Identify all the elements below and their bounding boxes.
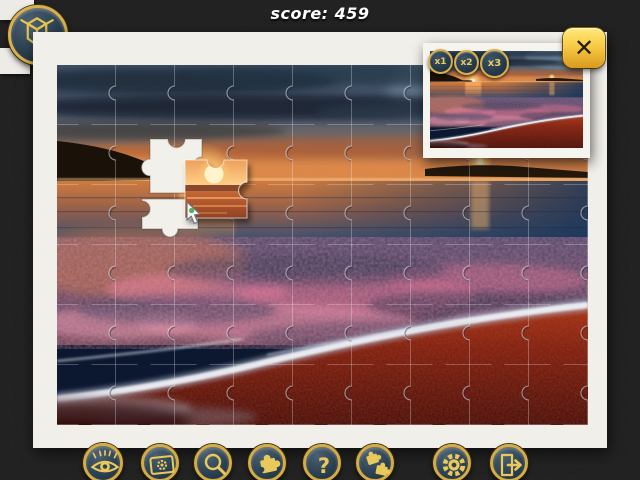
puzzle-piece-icon [250, 446, 288, 480]
hint-piece-button[interactable] [248, 444, 286, 480]
magnifier-icon [196, 446, 234, 480]
eye-icon [85, 445, 125, 480]
background-settings-button[interactable] [141, 444, 179, 480]
settings-button[interactable] [433, 444, 471, 480]
preview-zoom-x2-button[interactable]: x2 [454, 50, 479, 75]
question-icon: ? [318, 454, 330, 478]
game-screen: score: 459 [0, 0, 640, 480]
gear-icon [435, 446, 473, 480]
close-preview-button[interactable]: ✕ [563, 28, 605, 68]
sort-pieces-button[interactable] [356, 444, 394, 480]
magnify-button[interactable] [194, 444, 232, 480]
exit-door-icon [492, 446, 530, 480]
close-icon: ✕ [574, 34, 594, 62]
preview-zoom-x3-button[interactable]: x3 [480, 49, 509, 78]
image-settings-icon [143, 446, 181, 480]
preview-zoom-x1-button[interactable]: x1 [428, 49, 453, 74]
help-button[interactable]: ? [303, 444, 341, 480]
puzzle-pieces-icon [358, 446, 396, 480]
exit-button[interactable] [490, 444, 528, 480]
score-text: score: 459 [0, 4, 640, 23]
preview-toggle-button[interactable] [83, 443, 123, 480]
